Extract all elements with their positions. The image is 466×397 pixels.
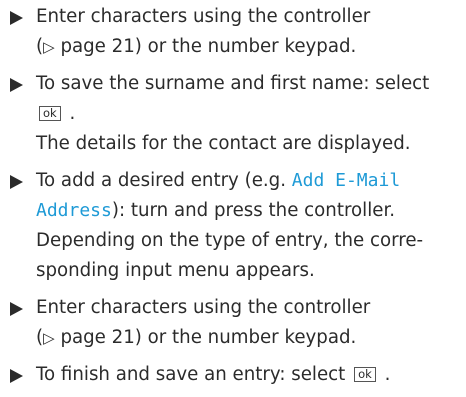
step-bullet-icon	[10, 11, 23, 25]
step-text-line: Depending on the type of entry, the corr…	[36, 230, 424, 251]
step-text-line: Enter characters using the controller	[36, 297, 371, 318]
menu-term-add-email-cont: Address	[36, 200, 112, 221]
instruction-page: Enter characters using the controller (▷…	[10, 2, 462, 397]
step-enter-characters-2: Enter characters using the controller (▷…	[10, 293, 462, 353]
step-text-line: Address): turn and press the controller.	[36, 200, 396, 221]
page-reference-icon: ▷	[43, 38, 55, 56]
step-text-line: sponding input menu appears.	[36, 260, 315, 281]
step-save-name: To save the surname and first name: sele…	[10, 69, 462, 159]
ok-key-icon: ok	[354, 367, 376, 382]
step-text-line: ok .	[36, 99, 462, 129]
step-text-line: (▷ page 21) or the number keypad.	[36, 327, 357, 348]
step-text-line: To save the surname and first name: sele…	[36, 73, 430, 94]
menu-term-add-email: Add E-Mail	[291, 170, 401, 191]
step-bullet-icon	[10, 175, 23, 189]
step-bullet-icon	[10, 302, 23, 316]
step-result-text: The details for the contact are displaye…	[36, 133, 411, 154]
step-bullet-icon	[10, 369, 23, 383]
step-text-line: Enter characters using the controller	[36, 6, 371, 27]
step-text-line: To add a desired entry (e.g. Add E-Mail	[36, 170, 401, 191]
step-bullet-icon	[10, 78, 23, 92]
step-add-entry: To add a desired entry (e.g. Add E-Mail …	[10, 166, 462, 286]
step-text-line: (▷ page 21) or the number keypad.	[36, 36, 357, 57]
step-finish-entry: To finish and save an entry: select ok .	[10, 360, 462, 390]
ok-key-icon: ok	[39, 106, 61, 121]
step-enter-characters: Enter characters using the controller (▷…	[10, 2, 462, 62]
page-reference-icon: ▷	[43, 329, 55, 347]
step-text-line: To finish and save an entry: select ok .	[36, 364, 391, 385]
